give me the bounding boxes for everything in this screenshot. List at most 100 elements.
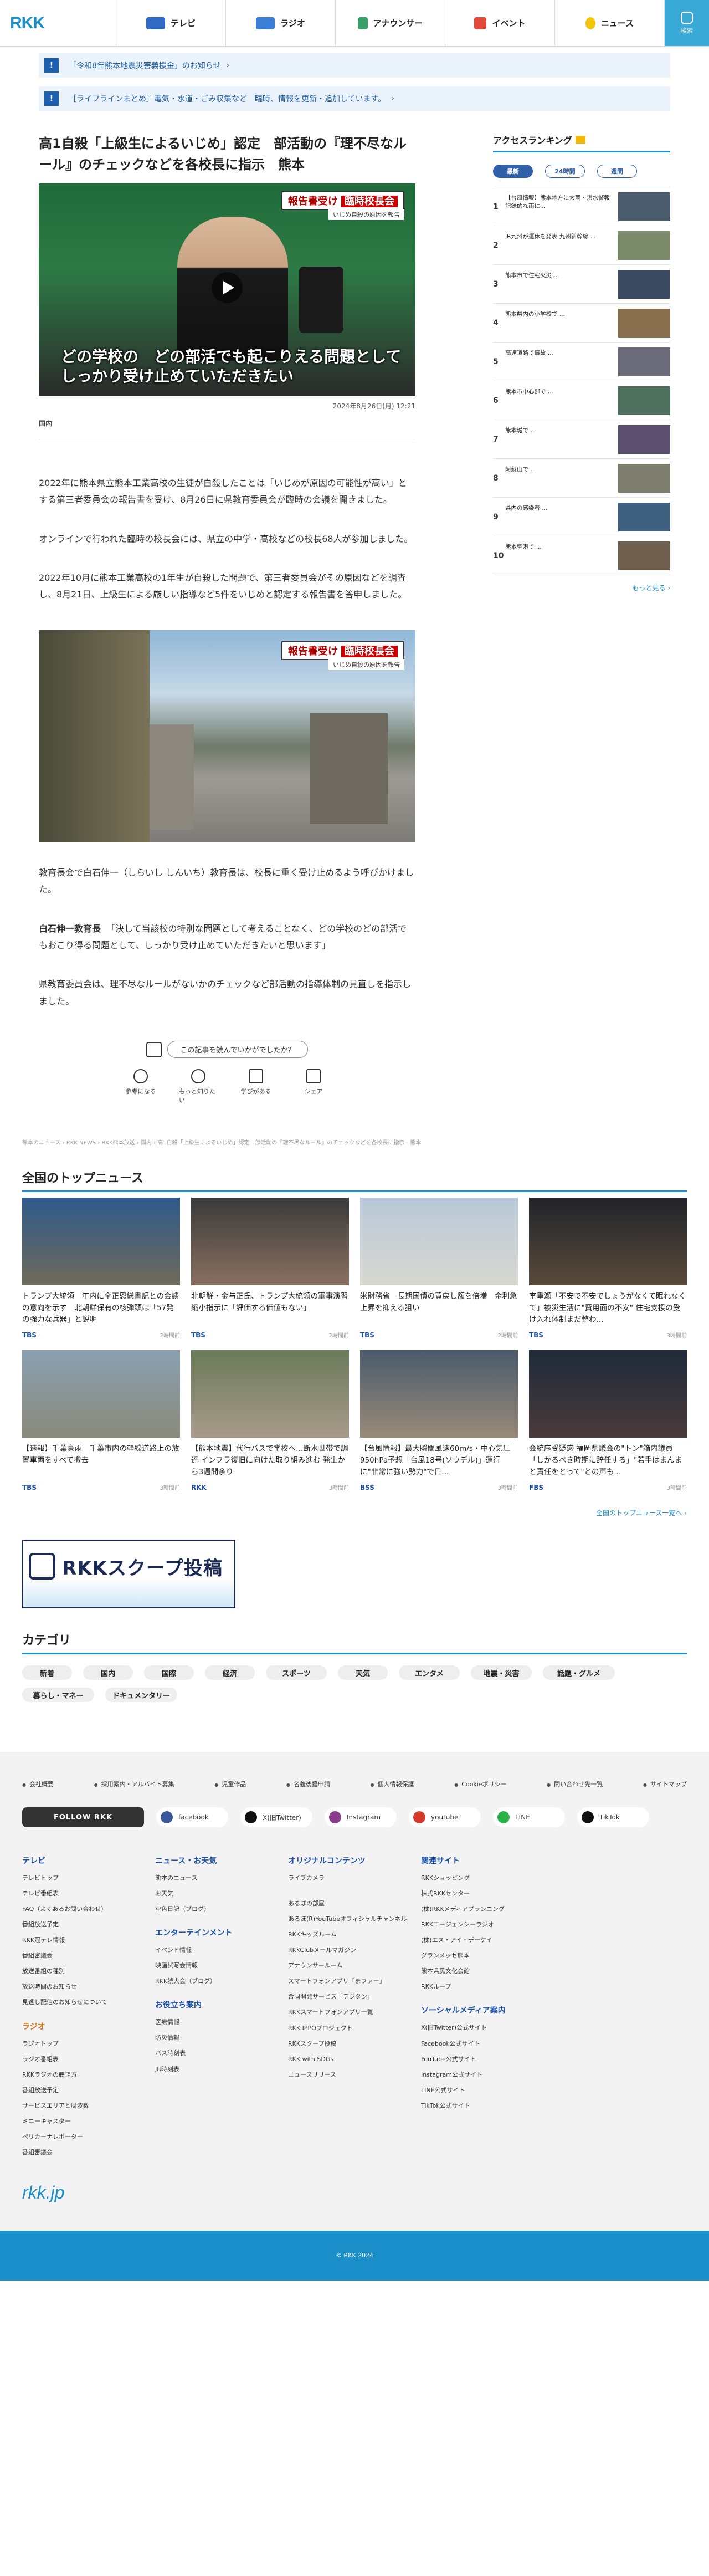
footer-link[interactable]: サイトマップ: [643, 1780, 687, 1788]
ranking-item[interactable]: 7 熊本城で ...: [493, 420, 670, 459]
notice-item[interactable]: ! ［ライフラインまとめ］電気・水道・ごみ収集など 臨時、情報を更新・追加していま…: [39, 86, 670, 111]
footer-column-link[interactable]: RKKショッピング: [421, 1870, 543, 1886]
ranking-item[interactable]: 8 阿蘇山で ...: [493, 459, 670, 498]
play-icon[interactable]: [212, 272, 243, 303]
tab-latest[interactable]: 最新: [493, 165, 533, 178]
footer-column-link[interactable]: RKKキッズルーム: [288, 1927, 410, 1943]
footer-column-link[interactable]: Instagram公式サイト: [421, 2067, 543, 2083]
footer-column-link[interactable]: (株)RKKメディアプランニング: [421, 1902, 543, 1917]
category-chip[interactable]: 経済: [205, 1665, 255, 1680]
news-card[interactable]: 【速報】千葉豪雨 千葉市内の幹線道路上の放置車両をすべて撤去 TBS 3時間前: [22, 1350, 180, 1491]
category-chip[interactable]: 新着: [22, 1665, 72, 1680]
footer-column-link[interactable]: 番組放送予定: [22, 2083, 144, 2098]
footer-link[interactable]: Cookieポリシー: [454, 1780, 506, 1788]
footer-column-link[interactable]: あるぼ(R)YouTubeオフィシャルチャンネル: [288, 1911, 410, 1927]
footer-column-link[interactable]: 防災情報: [155, 2030, 277, 2046]
ranking-more-link[interactable]: もっと見る ›: [493, 583, 670, 592]
footer-column-link[interactable]: 番組放送予定: [22, 1917, 144, 1933]
news-card[interactable]: 米財務省 長期国債の買戻し額を倍増 金利急上昇を抑える狙い TBS 2時間前: [360, 1198, 518, 1339]
footer-column-link[interactable]: バス時刻表: [155, 2046, 277, 2061]
breadcrumb[interactable]: 熊本のニュース › RKK NEWS › RKK熊本放送 › 国内 › 高1自殺…: [22, 1138, 687, 1146]
category-chip[interactable]: 天気: [338, 1665, 388, 1680]
nav-radio[interactable]: ラジオ: [226, 0, 336, 46]
footer-column-link[interactable]: 映画試写会情報: [155, 1958, 277, 1974]
footer-column-link[interactable]: LINE公式サイト: [421, 2083, 543, 2098]
footer-column-link[interactable]: 見逃し配信のお知らせについて: [22, 1995, 144, 2010]
news-card[interactable]: 【熊本地震】代行バスで学校へ…断水世帯で調達 インフラ復旧に向けた取り組み進む …: [191, 1350, 349, 1491]
footer-column-link[interactable]: ペリカーナレポーター: [22, 2129, 144, 2145]
category-chip[interactable]: 国際: [144, 1665, 194, 1680]
footer-column-link[interactable]: テレビトップ: [22, 1870, 144, 1886]
footer-column-link[interactable]: TikTok公式サイト: [421, 2098, 543, 2114]
footer-link[interactable]: 会社概要: [22, 1780, 54, 1788]
footer-column-link[interactable]: RKKスマートフォンアプリ一覧: [288, 2005, 410, 2020]
feedback-learn-button[interactable]: 学びがある: [237, 1069, 275, 1105]
ranking-item[interactable]: 6 熊本市中心部で ...: [493, 381, 670, 420]
search-button[interactable]: 検索: [665, 0, 709, 46]
news-card[interactable]: 会統序受疑惑 福岡県議会の"トン"箱内議員「しかるべき時期に辞任する」"若手はま…: [529, 1350, 687, 1491]
ranking-item[interactable]: 4 熊本県内の小学校で ...: [493, 304, 670, 343]
ranking-item[interactable]: 5 高速道路で事故 ...: [493, 343, 670, 381]
footer-column-link[interactable]: 医療情報: [155, 2015, 277, 2030]
footer-column-link[interactable]: 合同開発サービス「デジタン」: [288, 1989, 410, 2005]
footer-column-link[interactable]: RKK IPPOプロジェクト: [288, 2021, 410, 2036]
footer-column-link[interactable]: RKK with SDGs: [288, 2052, 410, 2067]
footer-column-link[interactable]: RKKエージェンシーラジオ: [421, 1917, 543, 1933]
top-news-more-link[interactable]: 全国のトップニュース一覧へ ›: [22, 1508, 687, 1517]
footer-column-link[interactable]: JR時刻表: [155, 2062, 277, 2077]
feedback-more-button[interactable]: もっと知りたい: [179, 1069, 218, 1105]
footer-column-link[interactable]: ミニーキャスター: [22, 2114, 144, 2129]
scoop-banner[interactable]: RKKスクープ投稿: [22, 1540, 235, 1609]
sns-button[interactable]: youtube: [409, 1807, 481, 1828]
footer-column-link[interactable]: 番組審議会: [22, 2145, 144, 2160]
footer-column-link[interactable]: アナウンサールーム: [288, 1958, 410, 1974]
footer-column-link[interactable]: グランメッセ熊本: [421, 1948, 543, 1964]
sns-button[interactable]: X(旧Twitter): [240, 1807, 312, 1828]
tab-24h[interactable]: 24時間: [545, 165, 585, 178]
feedback-helpful-button[interactable]: 参考になる: [121, 1069, 160, 1105]
footer-column-link[interactable]: RKKスクープ投稿: [288, 2036, 410, 2052]
category-chip[interactable]: 暮らし・マネー: [22, 1688, 94, 1703]
category-link[interactable]: 国内: [39, 420, 52, 427]
sns-button[interactable]: LINE: [493, 1807, 565, 1828]
nav-tv[interactable]: テレビ: [116, 0, 226, 46]
category-chip[interactable]: エンタメ: [399, 1665, 460, 1680]
notice-item[interactable]: ! 「令和8年熊本地震災害義援金」のお知らせ ›: [39, 53, 670, 78]
footer-column-link[interactable]: 空色日記（ブログ）: [155, 1902, 277, 1917]
footer-column-link[interactable]: サービスエリアと周波数: [22, 2098, 144, 2114]
footer-link[interactable]: 児童作品: [214, 1780, 246, 1788]
footer-link[interactable]: 個人情報保護: [371, 1780, 414, 1788]
footer-column-link[interactable]: RKKラジオの聴き方: [22, 2067, 144, 2083]
ranking-item[interactable]: 3 熊本市で住宅火災 ...: [493, 265, 670, 304]
footer-column-link[interactable]: RKKループ: [421, 1979, 543, 1995]
news-card[interactable]: 北朝鮮・金与正氏、トランプ大統領の軍事演習縮小指示に「評価する価値もない」 TBS…: [191, 1198, 349, 1339]
footer-link[interactable]: 名義後援申請: [286, 1780, 330, 1788]
news-card[interactable]: トランプ大統領 年内に全正恩総書記との会談の意向を示す 北朝鮮保有の核弾頭は「5…: [22, 1198, 180, 1339]
news-card[interactable]: 【台風情報】最大瞬間風速60m/s・中心気圧950hPa予想「台風18号(ソウデ…: [360, 1350, 518, 1491]
footer-column-link[interactable]: ニュースリリース: [288, 2067, 410, 2083]
category-chip[interactable]: ドキュメンタリー: [105, 1688, 177, 1703]
footer-column-link[interactable]: 番組審議会: [22, 1948, 144, 1964]
ranking-item[interactable]: 9 県内の感染者 ...: [493, 498, 670, 536]
ranking-item[interactable]: 1 【台風情報】熊本地方に大雨・洪水警報 記録的な雨に...: [493, 187, 670, 226]
footer-column-link[interactable]: ライブカメラ: [288, 1870, 410, 1886]
footer-column-link[interactable]: イベント情報: [155, 1943, 277, 1958]
footer-column-link[interactable]: お天気: [155, 1886, 277, 1902]
footer-column-link[interactable]: RKK冠テレ情報: [22, 1933, 144, 1948]
footer-column-link[interactable]: テレビ番組表: [22, 1886, 144, 1902]
ranking-item[interactable]: 10 熊本空港で ...: [493, 536, 670, 575]
site-logo[interactable]: RKK: [0, 0, 116, 46]
news-card[interactable]: 李重瀬「不安で不安でしょうがなくて眠れなくて」被災生活に"費用面の不安" 住宅支…: [529, 1198, 687, 1339]
article-video[interactable]: 報告書受け 臨時校長会 いじめ自殺の原因を報告 どの学校の どの部活でも起こりえる…: [39, 183, 415, 396]
footer-column-link[interactable]: 株式RKKセンター: [421, 1886, 543, 1902]
footer-column-link[interactable]: 熊本のニュース: [155, 1870, 277, 1886]
sns-button[interactable]: facebook: [156, 1807, 228, 1828]
category-chip[interactable]: スポーツ: [266, 1665, 327, 1680]
footer-column-link[interactable]: X(旧Twitter)公式サイト: [421, 2020, 543, 2036]
footer-column-link[interactable]: Facebook公式サイト: [421, 2036, 543, 2052]
sns-button[interactable]: Instagram: [325, 1807, 397, 1828]
footer-column-link[interactable]: 放送時間のお知らせ: [22, 1979, 144, 1995]
category-chip[interactable]: 話題・グルメ: [543, 1665, 615, 1680]
nav-event[interactable]: イベント: [445, 0, 555, 46]
footer-logo[interactable]: rkk.jp: [22, 2183, 687, 2231]
